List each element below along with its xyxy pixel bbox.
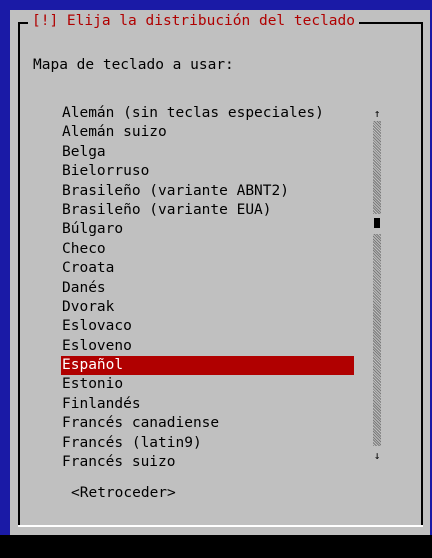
keymap-option[interactable]: Dvorak xyxy=(61,298,354,317)
keyboard-layout-dialog: [!] Elija la distribución del teclado Ma… xyxy=(10,10,430,535)
keymap-option[interactable]: Checo xyxy=(61,240,354,259)
dialog-frame-bottom xyxy=(18,525,423,527)
keymap-option[interactable]: Estonio xyxy=(61,375,354,394)
keymap-option[interactable]: Francés suizo xyxy=(61,453,354,472)
scroll-down-arrow-icon[interactable]: ↓ xyxy=(372,446,382,465)
keymap-option[interactable]: Español xyxy=(61,356,354,376)
keymap-option[interactable]: Alemán (sin teclas especiales) xyxy=(61,104,354,123)
bottom-status-bar xyxy=(0,535,432,558)
keymap-prompt: Mapa de teclado a usar: xyxy=(33,57,234,73)
dialog-title: [!] Elija la distribución del teclado xyxy=(28,12,360,31)
keymap-option[interactable]: Brasileño (variante ABNT2) xyxy=(61,182,354,201)
keymap-option[interactable]: Croata xyxy=(61,259,354,278)
keymap-option[interactable]: Esloveno xyxy=(61,337,354,356)
scrollbar-track-upper[interactable] xyxy=(373,121,381,214)
keymap-option[interactable]: Brasileño (variante EUA) xyxy=(61,201,354,220)
keymap-option[interactable]: Belga xyxy=(61,143,354,162)
dialog-frame-left xyxy=(18,22,20,527)
back-button[interactable]: <Retroceder> xyxy=(71,484,176,503)
keymap-option[interactable]: Francés canadiense xyxy=(61,414,354,433)
keymap-option[interactable]: Eslovaco xyxy=(61,317,354,336)
keymap-option[interactable]: Búlgaro xyxy=(61,220,354,239)
scrollbar-thumb[interactable] xyxy=(374,218,380,228)
list-scrollbar[interactable]: ↑ ↓ xyxy=(372,104,382,466)
keymap-option[interactable]: Bielorruso xyxy=(61,162,354,181)
scrollbar-track-lower[interactable] xyxy=(373,234,381,446)
dialog-frame-right xyxy=(421,22,423,527)
keymap-option[interactable]: Finlandés xyxy=(61,395,354,414)
keymap-option[interactable]: Danés xyxy=(61,279,354,298)
keymap-list[interactable]: Alemán (sin teclas especiales) Alemán sui… xyxy=(61,104,354,472)
keymap-option[interactable]: Alemán suizo xyxy=(61,123,354,142)
keymap-option[interactable]: Francés (latin9) xyxy=(61,434,354,453)
